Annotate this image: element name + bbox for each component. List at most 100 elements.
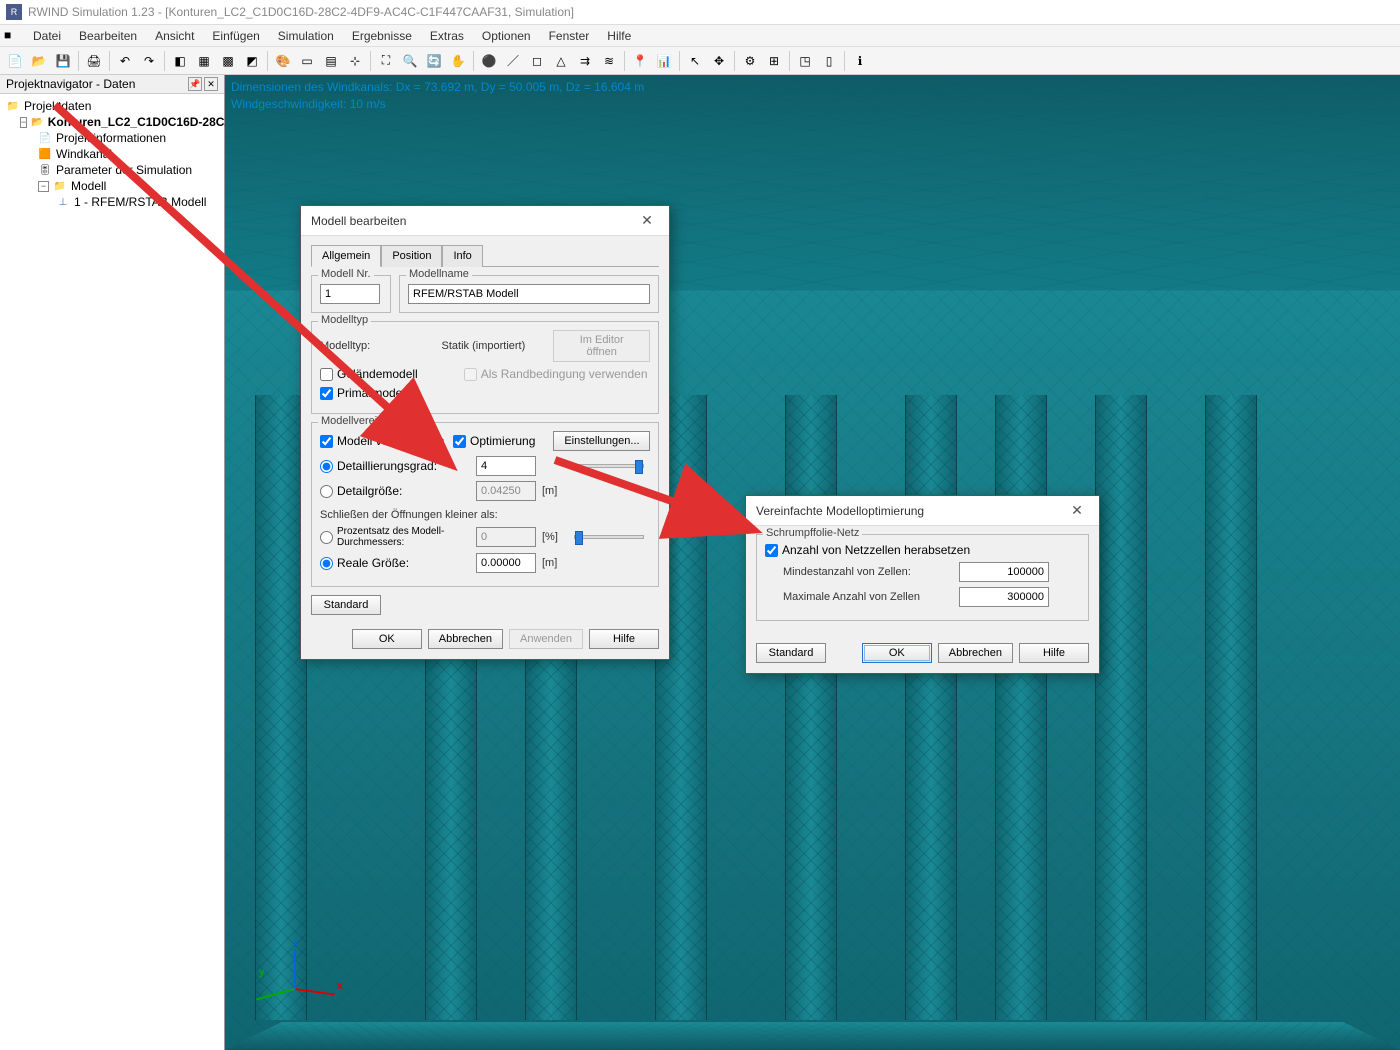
real-field[interactable]: [476, 553, 536, 573]
menu-optionen[interactable]: Optionen: [473, 27, 540, 45]
info-icon[interactable]: ℹ: [849, 50, 871, 72]
chart-icon[interactable]: 📊: [653, 50, 675, 72]
chk-simplify[interactable]: Modell vereinfachen: [320, 434, 447, 448]
menu-extras[interactable]: Extras: [421, 27, 473, 45]
menu-hilfe[interactable]: Hilfe: [598, 27, 640, 45]
chk-terrain[interactable]: Geländemodell: [320, 367, 418, 381]
dot-icon[interactable]: ⚫: [478, 50, 500, 72]
zoom-in-icon[interactable]: 🔍: [399, 50, 421, 72]
rotate-icon[interactable]: 🔄: [423, 50, 445, 72]
max-cells-field[interactable]: [959, 587, 1049, 607]
axis-x-label: x: [337, 981, 343, 992]
menu-ergebnisse[interactable]: Ergebnisse: [343, 27, 421, 45]
ok-button[interactable]: OK: [862, 643, 932, 663]
flow-icon[interactable]: ≋: [598, 50, 620, 72]
toolbar: 📄 📂 💾 🖨 ↶ ↷ ◧ ▦ ▩ ◩ 🎨 ▭ ▤ ⊹ ⛶ 🔍 🔄 ✋ ⚫ ／ …: [0, 47, 1400, 75]
help-button[interactable]: Hilfe: [589, 629, 659, 649]
menu-fenster[interactable]: Fenster: [540, 27, 599, 45]
tab-position[interactable]: Position: [381, 245, 442, 267]
arrows-icon[interactable]: ⇉: [574, 50, 596, 72]
help-button[interactable]: Hilfe: [1019, 643, 1089, 663]
front-icon[interactable]: ▯: [818, 50, 840, 72]
menu-simulation[interactable]: Simulation: [269, 27, 343, 45]
iso-icon[interactable]: ◳: [794, 50, 816, 72]
percent-slider[interactable]: [574, 535, 644, 539]
tree-item-info[interactable]: 📄 Projektinformationen: [0, 130, 224, 146]
wire-icon[interactable]: ▦: [193, 50, 215, 72]
detail-field[interactable]: [476, 456, 536, 476]
pan-icon[interactable]: ✋: [447, 50, 469, 72]
expander-icon[interactable]: −: [38, 181, 49, 192]
dialog2-title: Vereinfachte Modelloptimierung: [756, 504, 924, 518]
close-panel-icon[interactable]: ✕: [204, 77, 218, 91]
tree-item-modell[interactable]: − 📁 Modell: [0, 178, 224, 194]
chk-reduce-cells[interactable]: Anzahl von Netzzellen herabsetzen: [765, 543, 970, 557]
tree-project[interactable]: − 📂 Konturen_LC2_C1D0C16D-28C2-4DF: [0, 114, 224, 130]
min-cells-label: Mindestanzahl von Zellen:: [783, 566, 953, 578]
cube-icon[interactable]: ◧: [169, 50, 191, 72]
dialog-titlebar[interactable]: Modell bearbeiten ✕: [301, 206, 669, 236]
menu-datei[interactable]: Datei: [24, 27, 70, 45]
box-icon[interactable]: ◻: [526, 50, 548, 72]
pin-icon[interactable]: 📌: [188, 77, 202, 91]
tree-item-model-child[interactable]: ⊥ 1 - RFEM/RSTAB Modell: [0, 194, 224, 210]
line-icon[interactable]: ／: [502, 50, 524, 72]
radio-size[interactable]: Detailgröße:: [320, 484, 470, 498]
edge-icon[interactable]: ◩: [241, 50, 263, 72]
zoom-fit-icon[interactable]: ⛶: [375, 50, 397, 72]
group-type-label: Modelltyp: [318, 314, 371, 326]
close-icon[interactable]: ✕: [635, 209, 659, 233]
cancel-button[interactable]: Abbrechen: [938, 643, 1013, 663]
menu-ansicht[interactable]: Ansicht: [146, 27, 203, 45]
tree-item-windkanal[interactable]: 🟧 Windkanal: [0, 146, 224, 162]
grid-icon[interactable]: ▤: [320, 50, 342, 72]
model-nr-field[interactable]: [320, 284, 380, 304]
chk-optimize[interactable]: Optimierung: [453, 434, 547, 448]
tree-item-params[interactable]: 🎚 Parameter der Simulation: [0, 162, 224, 178]
triangle-icon[interactable]: △: [550, 50, 572, 72]
settings-icon[interactable]: ⚙: [739, 50, 761, 72]
app-icon: R: [6, 4, 22, 20]
tab-allgemein[interactable]: Allgemein: [311, 245, 381, 267]
detail-slider[interactable]: [574, 464, 644, 468]
tunnel-icon: 🟧: [38, 147, 52, 161]
min-cells-field[interactable]: [959, 562, 1049, 582]
move-icon[interactable]: ✥: [708, 50, 730, 72]
pick-icon[interactable]: ↖: [684, 50, 706, 72]
cancel-button[interactable]: Abbrechen: [428, 629, 503, 649]
model-name-field[interactable]: [408, 284, 650, 304]
print-icon[interactable]: 🖨: [83, 50, 105, 72]
probe-icon[interactable]: 📍: [629, 50, 651, 72]
redo-icon[interactable]: ↷: [138, 50, 160, 72]
radio-percent[interactable]: Prozentsatz des Modell-Durchmessers:: [320, 526, 470, 548]
new-icon[interactable]: 📄: [4, 50, 26, 72]
group-simplify-label: Modellvereinfachung: [318, 415, 426, 427]
radio-detail[interactable]: Detaillierungsgrad:: [320, 459, 470, 473]
dialog2-titlebar[interactable]: Vereinfachte Modelloptimierung ✕: [746, 496, 1099, 526]
chk-primary[interactable]: Primärmodell: [320, 386, 408, 400]
dialog-optimization: Vereinfachte Modelloptimierung ✕ Schrump…: [745, 495, 1100, 674]
color-icon[interactable]: 🎨: [272, 50, 294, 72]
close-icon[interactable]: ✕: [1065, 499, 1089, 523]
save-icon[interactable]: 💾: [52, 50, 74, 72]
tab-info[interactable]: Info: [442, 245, 482, 267]
axis-icon[interactable]: ⊹: [344, 50, 366, 72]
snap-icon[interactable]: ⊞: [763, 50, 785, 72]
ok-button[interactable]: OK: [352, 629, 422, 649]
radio-real-label: Reale Größe:: [337, 556, 409, 570]
mesh-icon[interactable]: ▩: [217, 50, 239, 72]
expander-icon[interactable]: −: [20, 117, 27, 128]
undo-icon[interactable]: ↶: [114, 50, 136, 72]
menu-einfuegen[interactable]: Einfügen: [203, 27, 268, 45]
percent-field: [476, 527, 536, 547]
info-line-2: Windgeschwindigkeit: 10 m/s: [231, 96, 644, 113]
standard-button[interactable]: Standard: [311, 595, 381, 615]
menu-bearbeiten[interactable]: Bearbeiten: [70, 27, 146, 45]
plane-icon[interactable]: ▭: [296, 50, 318, 72]
tree-root[interactable]: 📁 Projektdaten: [0, 98, 224, 114]
type-label: Modelltyp:: [320, 340, 436, 352]
radio-real[interactable]: Reale Größe:: [320, 556, 470, 570]
settings-button[interactable]: Einstellungen...: [553, 431, 650, 451]
open-icon[interactable]: 📂: [28, 50, 50, 72]
standard-button[interactable]: Standard: [756, 643, 826, 663]
